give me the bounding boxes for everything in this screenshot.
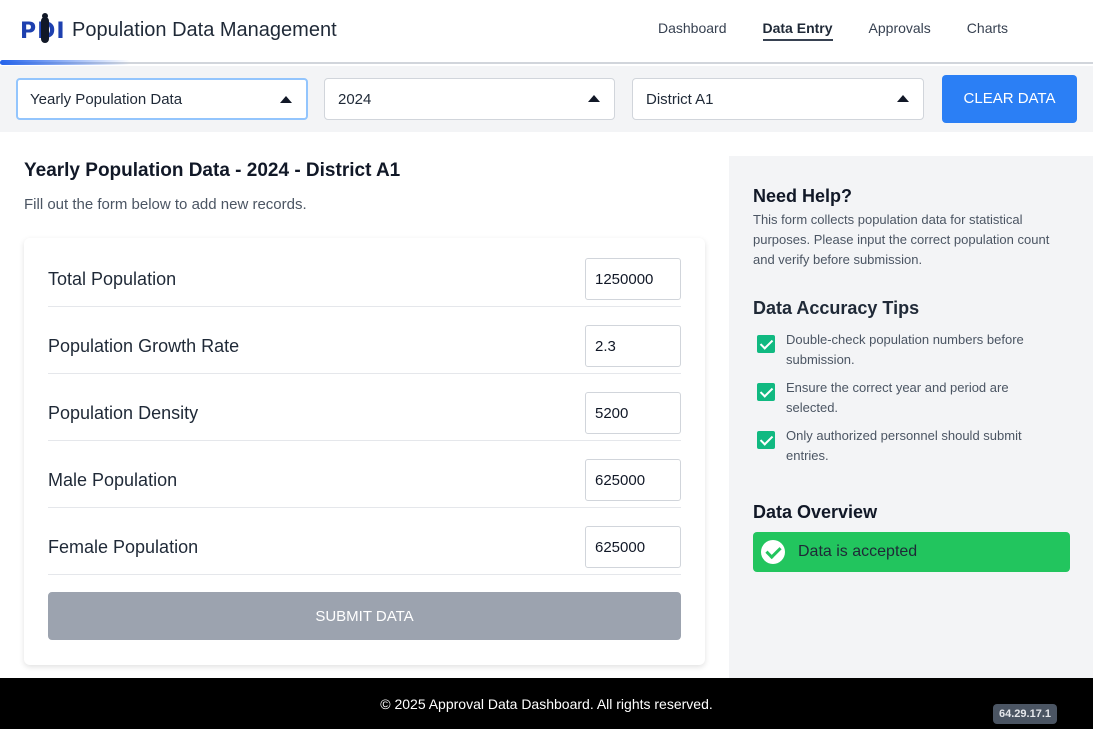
logo[interactable]: PDI bbox=[20, 13, 66, 46]
nav-charts[interactable]: Charts bbox=[967, 20, 1008, 41]
help-panel: Need Help? This form collects population… bbox=[729, 156, 1093, 678]
main-nav: Dashboard Data Entry Approvals Charts bbox=[658, 20, 1044, 41]
female-population-input[interactable] bbox=[585, 526, 681, 568]
help-text: This form collects population data for s… bbox=[753, 212, 1050, 267]
form-row-total-population: Total Population bbox=[48, 240, 681, 307]
checkbox-checked-icon[interactable] bbox=[757, 431, 775, 449]
data-entry-form: Total Population Population Growth Rate … bbox=[24, 238, 705, 665]
nav-data-entry[interactable]: Data Entry bbox=[762, 20, 833, 41]
help-title: Need Help? bbox=[753, 186, 853, 206]
nav-approvals[interactable]: Approvals bbox=[869, 20, 931, 41]
status-text: Data is accepted bbox=[798, 543, 918, 560]
tip-text: Ensure the correct year and period are s… bbox=[786, 380, 1009, 415]
field-label: Male Population bbox=[48, 470, 178, 490]
field-label: Total Population bbox=[48, 269, 177, 289]
clear-data-button[interactable]: CLEAR DATA bbox=[942, 75, 1077, 123]
data-type-value: Yearly Population Data bbox=[30, 91, 183, 108]
field-label: Population Density bbox=[48, 403, 199, 423]
caret-up-icon bbox=[588, 95, 600, 102]
year-value: 2024 bbox=[338, 91, 372, 108]
status-badge: Data is accepted bbox=[753, 532, 1070, 572]
caret-up-icon bbox=[897, 95, 909, 102]
caret-up-icon bbox=[280, 96, 292, 103]
density-input[interactable] bbox=[585, 392, 681, 434]
app-title: Population Data Management bbox=[72, 19, 337, 41]
field-label: Population Growth Rate bbox=[48, 336, 240, 356]
footer: © 2025 Approval Data Dashboard. All righ… bbox=[0, 678, 1093, 729]
total-population-input[interactable] bbox=[585, 258, 681, 300]
field-label: Female Population bbox=[48, 537, 199, 557]
data-type-select[interactable]: Yearly Population Data bbox=[16, 78, 308, 120]
footer-copyright: © 2025 Approval Data Dashboard. All righ… bbox=[380, 696, 713, 712]
page-subtitle: Fill out the form below to add new recor… bbox=[24, 196, 307, 213]
version-badge: 64.29.17.1 bbox=[993, 704, 1057, 724]
logo-figure-head-icon bbox=[42, 13, 48, 19]
filter-bar: Yearly Population Data 2024 District A1 … bbox=[0, 66, 1093, 132]
year-select[interactable]: 2024 bbox=[324, 78, 615, 120]
district-value: District A1 bbox=[646, 91, 714, 108]
tips-title: Data Accuracy Tips bbox=[753, 298, 920, 318]
nav-dashboard[interactable]: Dashboard bbox=[658, 20, 727, 41]
page-title: Yearly Population Data - 2024 - District… bbox=[24, 160, 401, 181]
form-row-density: Population Density bbox=[48, 374, 681, 441]
tip-text: Only authorized personnel should submit … bbox=[786, 428, 1022, 463]
overview-title: Data Overview bbox=[753, 502, 878, 522]
logo-figure-icon bbox=[41, 17, 49, 43]
check-circle-icon bbox=[761, 540, 785, 564]
form-row-male-population: Male Population bbox=[48, 441, 681, 508]
growth-rate-input[interactable] bbox=[585, 325, 681, 367]
district-select[interactable]: District A1 bbox=[632, 78, 924, 120]
checkbox-checked-icon[interactable] bbox=[757, 383, 775, 401]
header-accent-line bbox=[0, 60, 130, 65]
male-population-input[interactable] bbox=[585, 459, 681, 501]
checkbox-checked-icon[interactable] bbox=[757, 335, 775, 353]
submit-data-button[interactable]: SUBMIT DATA bbox=[48, 592, 681, 640]
tip-text: Double-check population numbers before s… bbox=[786, 332, 1024, 367]
form-row-growth-rate: Population Growth Rate bbox=[48, 307, 681, 374]
form-row-female-population: Female Population bbox=[48, 508, 681, 575]
top-header: PDI Population Data Management Dashboard… bbox=[0, 0, 1093, 64]
